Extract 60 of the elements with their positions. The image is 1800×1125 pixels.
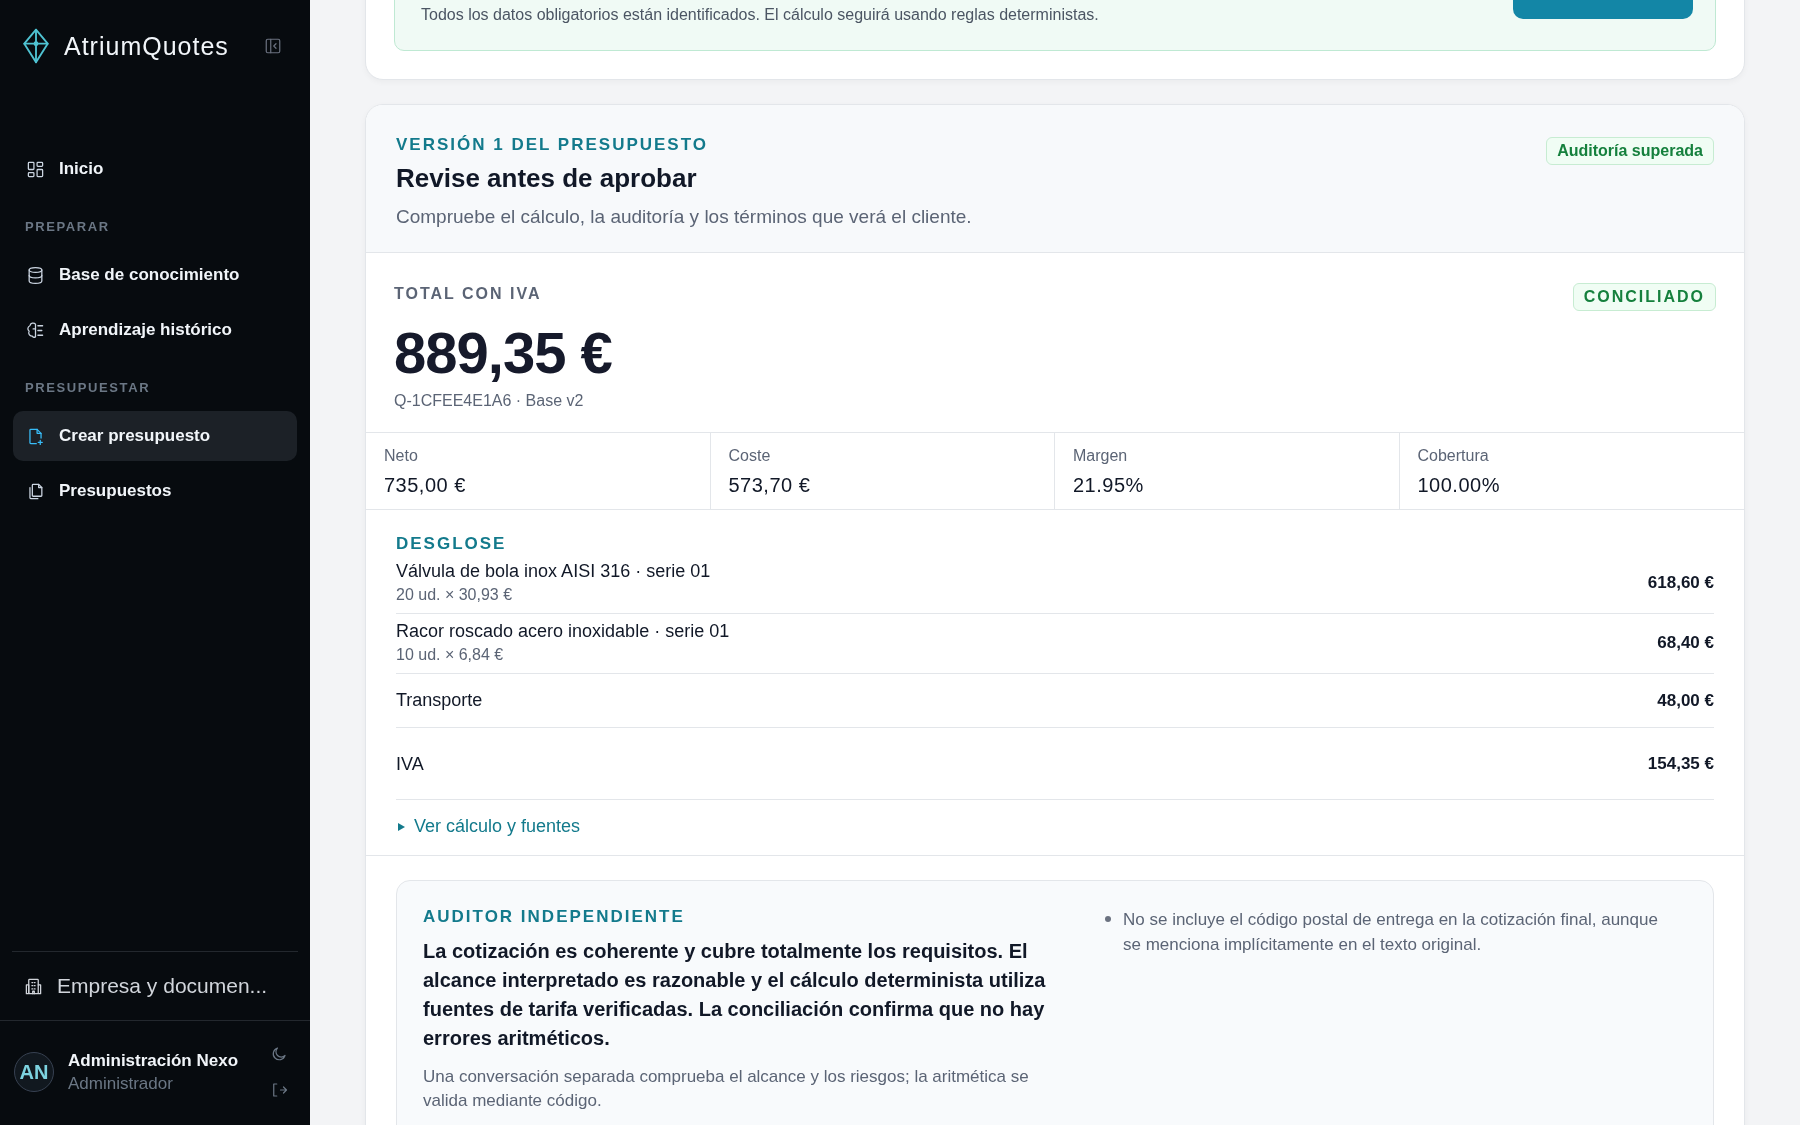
nav-section-label: PRESUPUESTAR — [24, 379, 152, 397]
sidebar-item[interactable]: Inicio — [13, 144, 297, 194]
disclosure-triangle-icon — [396, 821, 406, 832]
sidebar-item[interactable]: Aprendizaje histórico — [13, 305, 297, 355]
notice-text: Todos los datos obligatorios están identificados. El cálculo seguirá usando reglas deterministas. — [421, 5, 1099, 25]
section-subtitle: Compruebe el cálculo, la auditoría y los términos que verá el cliente. — [396, 206, 972, 228]
app-logo-text: AtriumQuotes — [64, 31, 230, 61]
line-description: Racor roscado acero inoxidable · serie 01 — [396, 621, 730, 642]
metric-value: 735,00 € — [384, 474, 467, 497]
section-eyebrow: DESGLOSE — [396, 534, 508, 554]
building-icon — [24, 976, 43, 996]
line-amount: 618,60 € — [1647, 572, 1714, 593]
avatar: AN — [14, 1052, 54, 1092]
auditor-summary: La cotización es coherente y cubre totalmente los requisitos. El alcance interpretado es razonable y el cálculo determinista utiliza fuentes de tarifa verificadas. La conciliación confirma que no hay errores aritméticos. — [423, 939, 1047, 1051]
logout-icon — [270, 1081, 288, 1099]
metric-value: 100.00% — [1417, 474, 1501, 497]
moon-icon — [270, 1045, 288, 1063]
database-icon — [26, 265, 45, 285]
line-detail: 10 ud. × 6,84 € — [396, 646, 505, 664]
line-amount: 48,00 € — [1657, 690, 1714, 711]
line-description: IVA — [396, 754, 424, 775]
line-description: Transporte — [396, 690, 483, 711]
files-icon — [26, 481, 45, 501]
metric-label: Cobertura — [1417, 447, 1490, 465]
metric-label: Margen — [1073, 447, 1129, 465]
total-amount: 889,35 € — [394, 319, 612, 386]
metric-value: 573,70 € — [728, 474, 812, 497]
details-toggle-link[interactable]: Ver cálculo y fuentes — [396, 816, 581, 837]
line-detail: 20 ud. × 30,93 € — [396, 586, 514, 604]
sidebar-item[interactable]: Presupuestos — [13, 466, 297, 516]
grid-icon — [26, 159, 45, 179]
theme-toggle-button[interactable] — [270, 1045, 288, 1063]
section-eyebrow: VERSIÓN 1 DEL PRESUPUESTO — [396, 135, 709, 155]
nav-section-label: PREPARAR — [24, 218, 111, 236]
sidebar-item[interactable]: Empresa y documen... — [24, 974, 286, 998]
sidebar-item[interactable]: Crear presupuesto — [13, 411, 297, 461]
line-amount: 154,35 € — [1647, 754, 1714, 774]
sidebar-item[interactable]: Base de conocimiento — [13, 250, 297, 300]
finding-text: No se incluye el código postal de entrega en la cotización final, aunque se menciona implícitamente en el texto original. — [1123, 909, 1659, 956]
user-name: Administración Nexo — [68, 1050, 240, 1071]
file-plus-icon — [26, 426, 45, 446]
quote-reference: Q-1CFEE4E1A6 · Base v2 — [394, 392, 585, 410]
metric-label: Coste — [728, 447, 772, 465]
line-amount: 68,40 € — [1657, 632, 1714, 653]
metric-label: Neto — [384, 447, 419, 465]
sidebar-collapse-icon — [264, 37, 282, 55]
collapse-sidebar-button[interactable] — [264, 37, 282, 55]
section-title: Revise antes de aprobar — [396, 163, 698, 194]
total-label: TOTAL CON IVA — [394, 285, 543, 303]
auditor-note: Una conversación separada comprueba el alcance y los riesgos; la aritmética se valida mediante código. — [423, 1066, 1030, 1112]
bullet-icon — [1105, 916, 1111, 922]
line-description: Válvula de bola inox AISI 316 · serie 01 — [396, 561, 711, 582]
user-role: Administrador — [68, 1073, 174, 1094]
brain-icon — [26, 320, 45, 340]
diamond-logo-icon — [22, 28, 50, 64]
logout-button[interactable] — [270, 1081, 288, 1099]
metric-value: 21.95% — [1073, 474, 1145, 497]
section-eyebrow: AUDITOR INDEPENDIENTE — [423, 907, 686, 927]
status-badge: Auditoría superada — [1546, 137, 1714, 165]
status-badge: CONCILIADO — [1572, 283, 1716, 311]
